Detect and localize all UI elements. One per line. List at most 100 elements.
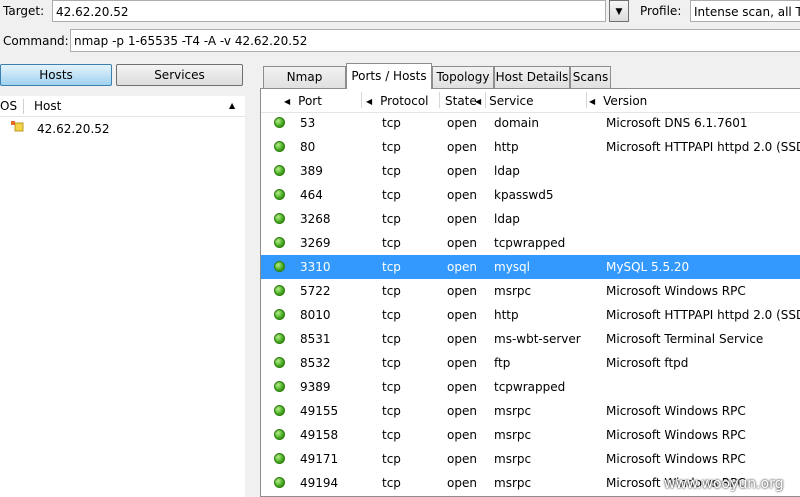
port-cell: 8010 — [300, 308, 331, 322]
state-cell: open — [447, 476, 477, 490]
col-header-os[interactable]: OS — [0, 98, 17, 114]
service-cell: msrpc — [494, 428, 532, 442]
state-cell: open — [447, 380, 477, 394]
port-cell: 49194 — [300, 476, 339, 490]
port-cell: 8532 — [300, 356, 331, 370]
tab-ports-hosts[interactable]: Ports / Hosts — [346, 63, 432, 89]
target-input[interactable]: 42.62.20.52 — [52, 0, 606, 22]
service-cell: http — [494, 308, 519, 322]
table-row[interactable]: 3310 tcp open mysql MySQL 5.5.20 — [261, 255, 800, 279]
column-arrow-icon: ◀ — [589, 97, 596, 106]
col-header-version[interactable]: ◀ Version — [589, 93, 647, 110]
protocol-cell: tcp — [382, 164, 401, 178]
col-header-port[interactable]: ◀ Port — [284, 93, 322, 110]
target-dropdown-button[interactable]: ▼ — [609, 0, 629, 22]
table-row[interactable]: 3268 tcp open ldap — [261, 207, 800, 231]
state-cell: open — [447, 332, 477, 346]
port-open-status-icon — [274, 381, 285, 392]
protocol-cell: tcp — [382, 356, 401, 370]
column-divider — [23, 99, 24, 114]
service-cell: tcpwrapped — [494, 380, 566, 394]
host-list-item[interactable]: 42.62.20.52 — [0, 118, 245, 139]
port-open-status-icon — [274, 309, 285, 320]
port-cell: 3310 — [300, 260, 331, 274]
table-row[interactable]: 464 tcp open kpasswd5 — [261, 183, 800, 207]
protocol-cell: tcp — [382, 212, 401, 226]
ports-table: ◀ Port ◀ Protocol State ◀ Service ◀ Version … — [260, 88, 800, 497]
service-cell: ftp — [494, 356, 511, 370]
host-list-panel — [0, 96, 245, 497]
table-row[interactable]: 49158 tcp open msrpc Microsoft Windows RPC — [261, 423, 800, 447]
col-header-service[interactable]: ◀ Service — [475, 93, 534, 110]
version-cell: Microsoft Windows RPC — [606, 404, 746, 418]
column-arrow-icon: ◀ — [475, 97, 482, 106]
hosts-button[interactable]: Hosts — [0, 64, 112, 86]
version-cell: MySQL 5.5.20 — [606, 260, 690, 274]
port-cell: 3268 — [300, 212, 331, 226]
table-row[interactable]: 9389 tcp open tcpwrapped — [261, 375, 800, 399]
state-cell: open — [447, 452, 477, 466]
tab-scans[interactable]: Scans — [570, 66, 611, 88]
state-cell: open — [447, 428, 477, 442]
table-row[interactable]: 8532 tcp open ftp Microsoft ftpd — [261, 351, 800, 375]
port-open-status-icon — [274, 477, 285, 488]
column-arrow-icon: ◀ — [284, 97, 291, 106]
watermark: www.wooyun.org — [664, 476, 784, 492]
version-cell: Microsoft Windows RPC — [606, 428, 746, 442]
state-cell: open — [447, 212, 477, 226]
port-open-status-icon — [274, 213, 285, 224]
port-open-status-icon — [274, 405, 285, 416]
version-cell: Microsoft HTTPAPI httpd 2.0 (SSDP — [606, 308, 800, 322]
profile-select[interactable]: Intense scan, all TC — [690, 0, 800, 22]
command-input[interactable]: nmap -p 1-65535 -T4 -A -v 42.62.20.52 — [70, 29, 800, 52]
service-cell: msrpc — [494, 452, 532, 466]
port-cell: 49155 — [300, 404, 339, 418]
column-divider — [586, 92, 587, 108]
table-row[interactable]: 49155 tcp open msrpc Microsoft Windows RPC — [261, 399, 800, 423]
col-header-host[interactable]: Host — [34, 98, 61, 114]
service-cell: msrpc — [494, 476, 532, 490]
port-cell: 53 — [300, 116, 316, 130]
port-open-status-icon — [274, 357, 285, 368]
table-row[interactable]: 53 tcp open domain Microsoft DNS 6.1.7601 — [261, 111, 800, 135]
version-cell: Microsoft DNS 6.1.7601 — [606, 116, 748, 130]
protocol-cell: tcp — [382, 476, 401, 490]
port-open-status-icon — [274, 453, 285, 464]
state-cell: open — [447, 164, 477, 178]
state-cell: open — [447, 356, 477, 370]
table-row[interactable]: 80 tcp open http Microsoft HTTPAPI httpd 2.0… — [261, 135, 800, 159]
profile-label: Profile: — [640, 4, 682, 18]
table-row[interactable]: 389 tcp open ldap — [261, 159, 800, 183]
service-cell: ldap — [494, 164, 520, 178]
port-open-status-icon — [274, 261, 285, 272]
column-divider — [361, 92, 362, 108]
port-cell: 9389 — [300, 380, 331, 394]
tab-topology[interactable]: Topology — [432, 66, 494, 88]
table-row[interactable]: 8531 tcp open ms-wbt-server Microsoft Termin… — [261, 327, 800, 351]
tab-host-details[interactable]: Host Details — [494, 66, 570, 88]
table-row[interactable]: 5722 tcp open msrpc Microsoft Windows RPC — [261, 279, 800, 303]
host-address: 42.62.20.52 — [37, 122, 110, 136]
services-button[interactable]: Services — [116, 64, 243, 86]
service-cell: ldap — [494, 212, 520, 226]
protocol-cell: tcp — [382, 284, 401, 298]
state-cell: open — [447, 116, 477, 130]
col-header-protocol[interactable]: ◀ Protocol — [366, 93, 429, 110]
port-open-status-icon — [274, 237, 285, 248]
table-row[interactable]: 8010 tcp open http Microsoft HTTPAPI httpd 2… — [261, 303, 800, 327]
state-cell: open — [447, 308, 477, 322]
state-cell: open — [447, 260, 477, 274]
service-cell: kpasswd5 — [494, 188, 554, 202]
port-open-status-icon — [274, 333, 285, 344]
column-divider — [439, 92, 440, 108]
port-open-status-icon — [274, 189, 285, 200]
port-cell: 464 — [300, 188, 323, 202]
port-cell: 49158 — [300, 428, 339, 442]
version-cell: Microsoft HTTPAPI httpd 2.0 (SSDP — [606, 140, 800, 154]
table-row[interactable]: 49171 tcp open msrpc Microsoft Windows RPC — [261, 447, 800, 471]
col-header-state[interactable]: State — [445, 93, 477, 109]
protocol-cell: tcp — [382, 236, 401, 250]
table-row[interactable]: 3269 tcp open tcpwrapped — [261, 231, 800, 255]
service-cell: domain — [494, 116, 539, 130]
tab-nmap-output[interactable]: Nmap Output — [263, 66, 346, 104]
